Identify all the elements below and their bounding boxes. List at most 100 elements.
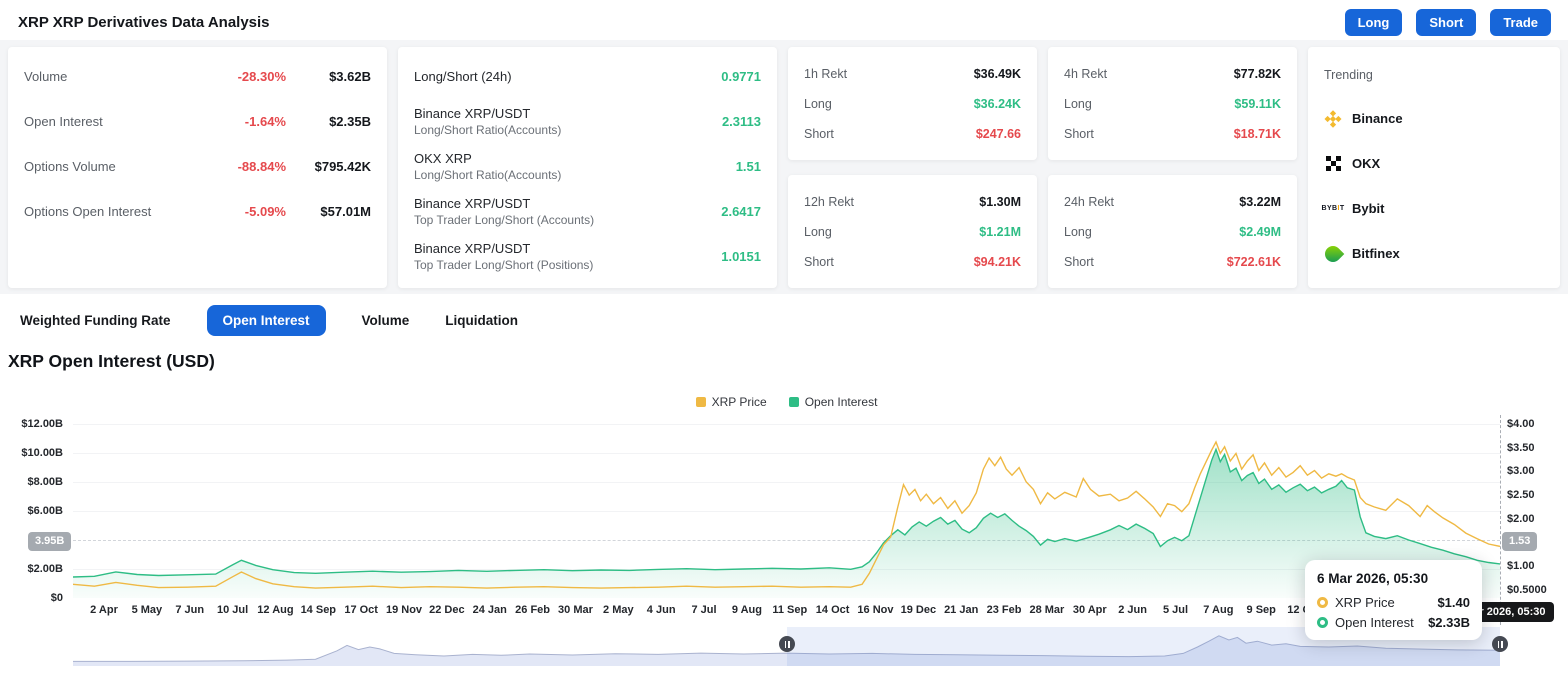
tooltip-date: 6 Mar 2026, 05:30: [1317, 571, 1429, 586]
ratio-row: Binance XRP/USDT Long/Short Ratio(Account…: [414, 99, 761, 144]
trending-item-binance[interactable]: Binance: [1324, 96, 1544, 141]
long-button[interactable]: Long: [1344, 9, 1403, 36]
left-axis-tick: $8.00B: [27, 476, 63, 488]
tooltip-series-label: XRP Price: [1335, 595, 1395, 610]
x-axis-tick: 19 Dec: [900, 604, 937, 616]
stat-row: Volume -28.30% $3.62B: [24, 54, 371, 99]
okx-icon: [1324, 155, 1342, 173]
liquidation-rekt-grid: 1h Rekt $36.49K Long $36.24K Short $247.66 4h …: [788, 47, 1297, 288]
tab-volume[interactable]: Volume: [362, 313, 410, 328]
stat-label: Open Interest: [24, 114, 103, 129]
ratio-label-line1: Long/Short (24h): [414, 69, 512, 84]
ratio-value: 1.51: [735, 159, 761, 174]
stat-label: Options Open Interest: [24, 204, 152, 219]
exchange-name: OKX: [1352, 156, 1381, 171]
ratio-label-line1: Binance XRP/USDT: [414, 241, 531, 256]
trade-button[interactable]: Trade: [1490, 9, 1551, 36]
rekt-title: 4h Rekt: [1064, 67, 1108, 81]
ratio-label: Binance XRP/USDT Top Trader Long/Short (A…: [414, 195, 681, 228]
xrp-derivatives-dashboard: XRP XRP Derivatives Data Analysis Long Sh…: [0, 0, 1568, 673]
ratio-label: OKX XRP Long/Short Ratio(Accounts): [414, 150, 681, 183]
x-axis-tick: 5 Jul: [1162, 604, 1189, 616]
tab-open-interest[interactable]: Open Interest: [206, 304, 326, 336]
legend-swatch: [788, 397, 799, 407]
bitfinex-leaf: [1321, 242, 1345, 265]
trending-item-okx[interactable]: OKX: [1324, 141, 1544, 186]
x-axis-tick: 23 Feb: [986, 604, 1022, 616]
x-axis-tick: 9 Sep: [1246, 604, 1276, 616]
x-axis-tick: 4 Jun: [646, 604, 676, 616]
x-axis-tick: 7 Jul: [691, 604, 717, 616]
stat-row: Open Interest -1.64% $2.35B: [24, 99, 371, 144]
right-axis-tick: $2.00: [1507, 512, 1535, 525]
left-axis-tick: $12.00B: [21, 418, 63, 430]
x-axis-tick: 12 Aug: [257, 604, 294, 616]
stat-label: Options Volume: [24, 159, 116, 174]
legend-item-xrp-price[interactable]: XRP Price: [695, 395, 767, 409]
tooltip-series-label: Open Interest: [1335, 615, 1414, 630]
tooltip-series-value: $1.40: [1437, 595, 1470, 610]
left-axis-current-value-badge: 3.95B: [28, 532, 72, 551]
chart-tabs: Weighted Funding Rate Open Interest Volume…: [20, 304, 518, 336]
rekt-long-value: $1.21M: [979, 225, 1021, 239]
rekt-long-row: Long $1.21M: [804, 217, 1021, 247]
rekt-total: $77.82K: [1233, 67, 1281, 81]
x-axis-tick: 24 Jan: [472, 604, 507, 616]
tooltip-series-dot: [1317, 597, 1328, 608]
rekt-short-row: Short $94.21K: [804, 247, 1021, 277]
left-axis-tick: $2.00B: [27, 563, 63, 575]
navigator-left-handle[interactable]: [779, 636, 795, 652]
trending-item-bitfinex[interactable]: Bitfinex: [1321, 231, 1544, 276]
chart-tooltip: 6 Mar 2026, 05:30 XRP Price $1.40 Open Int…: [1305, 560, 1482, 640]
rekt-short-label: Short: [1064, 255, 1094, 269]
x-axis-tick: 26 Feb: [515, 604, 551, 616]
legend-label: Open Interest: [804, 395, 878, 409]
short-button[interactable]: Short: [1416, 9, 1477, 36]
right-axis-tick: $3.00: [1507, 465, 1535, 478]
ratio-row: Binance XRP/USDT Top Trader Long/Short (P…: [414, 234, 761, 279]
right-axis-tick: $1.00: [1507, 560, 1535, 573]
legend-item-open-interest[interactable]: Open Interest: [788, 395, 878, 409]
long-short-ratio-card: Long/Short (24h) 0.9771 Binance XRP/USDT Lo…: [398, 47, 777, 288]
tab-weighted-funding-rate[interactable]: Weighted Funding Rate: [20, 313, 171, 328]
navigator-right-handle[interactable]: [1492, 636, 1508, 652]
stat-value: $2.35B: [329, 114, 371, 129]
open-interest-area: [73, 449, 1500, 598]
x-axis-tick: 19 Nov: [385, 604, 423, 616]
open-interest-price-chart[interactable]: [73, 415, 1500, 598]
x-axis-tick: 9 Aug: [731, 604, 762, 616]
tooltip-row-xrp-price: XRP Price $1.40: [1317, 595, 1470, 610]
rekt-card: 12h Rekt $1.30M Long $1.21M Short $94.21K: [788, 175, 1037, 288]
trending-item-bybit[interactable]: BYBIT Bybit: [1321, 186, 1544, 231]
x-axis-tick: 28 Mar: [1029, 604, 1065, 616]
chart-section-title: XRP Open Interest (USD): [8, 351, 215, 371]
right-axis-tick: $2.50: [1507, 489, 1535, 502]
rekt-short-row: Short $247.66: [804, 119, 1021, 149]
ratio-label-line2: Top Trader Long/Short (Accounts): [414, 213, 595, 227]
binance-icon: [1324, 109, 1342, 128]
tooltip-row-open-interest: Open Interest $2.33B: [1317, 615, 1470, 630]
exchange-name: Binance: [1352, 111, 1403, 126]
tab-liquidation[interactable]: Liquidation: [445, 313, 518, 328]
ratio-label: Long/Short (24h): [414, 68, 681, 85]
okx-logo-grid: [1325, 156, 1341, 171]
trending-title: Trending: [1324, 68, 1373, 82]
stat-change: -5.09%: [244, 204, 286, 219]
right-axis-tick: $0.5000: [1507, 584, 1547, 596]
crosshair-vertical-line: [1500, 415, 1501, 625]
exchange-name: Bitfinex: [1352, 246, 1400, 261]
rekt-short-label: Short: [804, 255, 834, 269]
header-actions: Long Short Trade: [1344, 9, 1551, 36]
stat-change: -28.30%: [237, 69, 286, 84]
rekt-long-row: Long $36.24K: [804, 89, 1021, 119]
x-axis-tick: 14 Oct: [815, 604, 850, 616]
right-axis-current-value-badge: 1.53: [1502, 532, 1538, 551]
x-axis-tick: 14 Sep: [300, 604, 337, 616]
rekt-short-row: Short $18.71K: [1064, 119, 1281, 149]
x-axis-tick: 30 Apr: [1072, 604, 1107, 616]
x-axis-tick: 2 Jun: [1118, 604, 1147, 616]
ratio-row: Binance XRP/USDT Top Trader Long/Short (A…: [414, 189, 761, 234]
chart-legend: XRP Price Open Interest: [73, 395, 1500, 409]
rekt-long-label: Long: [804, 97, 832, 111]
rekt-long-row: Long $2.49M: [1064, 217, 1281, 247]
